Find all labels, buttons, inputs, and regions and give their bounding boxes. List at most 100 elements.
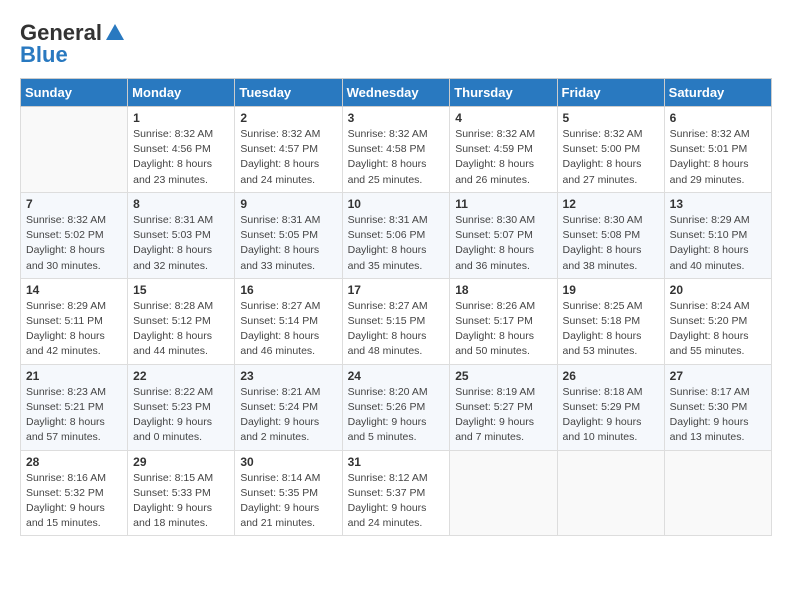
day-number: 21: [26, 369, 122, 383]
sunset-text: Sunset: 5:11 PM: [26, 314, 122, 329]
sunrise-text: Sunrise: 8:32 AM: [670, 127, 766, 142]
daylight-text: Daylight: 8 hours and 35 minutes.: [348, 243, 445, 273]
calendar-cell: 4Sunrise: 8:32 AMSunset: 4:59 PMDaylight…: [450, 107, 557, 193]
sunrise-text: Sunrise: 8:17 AM: [670, 385, 766, 400]
sunset-text: Sunset: 5:21 PM: [26, 400, 122, 415]
weekday-header-thursday: Thursday: [450, 79, 557, 107]
calendar-cell: 17Sunrise: 8:27 AMSunset: 5:15 PMDayligh…: [342, 278, 450, 364]
day-number: 13: [670, 197, 766, 211]
day-number: 16: [240, 283, 336, 297]
calendar-cell: 9 Sunrise: 8:31 AMSunset: 5:05 PMDaylight…: [235, 192, 342, 278]
day-number: 20: [670, 283, 766, 297]
daylight-text: Daylight: 8 hours and 46 minutes.: [240, 329, 336, 359]
calendar-cell: 8Sunrise: 8:31 AMSunset: 5:03 PMDaylight…: [128, 192, 235, 278]
calendar-cell: 26Sunrise: 8:18 AMSunset: 5:29 PMDayligh…: [557, 364, 664, 450]
day-info: Sunrise: 8:31 AMSunset: 5:06 PMDaylight:…: [348, 213, 445, 274]
daylight-text: Daylight: 9 hours and 21 minutes.: [240, 501, 336, 531]
daylight-text: Daylight: 8 hours and 40 minutes.: [670, 243, 766, 273]
calendar-cell: 23 Sunrise: 8:21 AMSunset: 5:24 PMDayligh…: [235, 364, 342, 450]
daylight-text: Daylight: 8 hours and 53 minutes.: [563, 329, 659, 359]
sunrise-text: Sunrise: 8:23 AM: [26, 385, 122, 400]
calendar-cell: [21, 107, 128, 193]
sunrise-text: Sunrise: 8:31 AM: [348, 213, 445, 228]
daylight-text: Daylight: 9 hours and 7 minutes.: [455, 415, 551, 445]
calendar-cell: 30Sunrise: 8:14 AMSunset: 5:35 PMDayligh…: [235, 450, 342, 536]
sunrise-text: Sunrise: 8:19 AM: [455, 385, 551, 400]
day-info: Sunrise: 8:22 AMSunset: 5:23 PMDaylight:…: [133, 385, 229, 446]
day-number: 4: [455, 111, 551, 125]
sunset-text: Sunset: 5:27 PM: [455, 400, 551, 415]
day-info: Sunrise: 8:21 AMSunset: 5:24 PMDaylight:…: [240, 385, 336, 446]
daylight-text: Daylight: 8 hours and 55 minutes.: [670, 329, 766, 359]
sunset-text: Sunset: 5:10 PM: [670, 228, 766, 243]
sunset-text: Sunset: 5:32 PM: [26, 486, 122, 501]
sunrise-text: Sunrise: 8:12 AM: [348, 471, 445, 486]
sunset-text: Sunset: 5:29 PM: [563, 400, 659, 415]
sunset-text: Sunset: 4:57 PM: [240, 142, 336, 157]
day-info: Sunrise: 8:31 AMSunset: 5:05 PMDaylight:…: [240, 213, 336, 274]
sunrise-text: Sunrise: 8:32 AM: [455, 127, 551, 142]
sunrise-text: Sunrise: 8:14 AM: [240, 471, 336, 486]
day-info: Sunrise: 8:29 AMSunset: 5:11 PMDaylight:…: [26, 299, 122, 360]
day-number: 19: [563, 283, 659, 297]
daylight-text: Daylight: 9 hours and 24 minutes.: [348, 501, 445, 531]
day-number: 5: [563, 111, 659, 125]
sunrise-text: Sunrise: 8:30 AM: [455, 213, 551, 228]
sunrise-text: Sunrise: 8:15 AM: [133, 471, 229, 486]
sunrise-text: Sunrise: 8:28 AM: [133, 299, 229, 314]
day-number: 9: [240, 197, 336, 211]
day-number: 10: [348, 197, 445, 211]
day-number: 18: [455, 283, 551, 297]
calendar-cell: 7Sunrise: 8:32 AMSunset: 5:02 PMDaylight…: [21, 192, 128, 278]
day-info: Sunrise: 8:27 AMSunset: 5:14 PMDaylight:…: [240, 299, 336, 360]
day-info: Sunrise: 8:32 AMSunset: 4:56 PMDaylight:…: [133, 127, 229, 188]
sunrise-text: Sunrise: 8:16 AM: [26, 471, 122, 486]
day-info: Sunrise: 8:28 AMSunset: 5:12 PMDaylight:…: [133, 299, 229, 360]
calendar-week-row: 7Sunrise: 8:32 AMSunset: 5:02 PMDaylight…: [21, 192, 772, 278]
sunset-text: Sunset: 4:58 PM: [348, 142, 445, 157]
day-number: 6: [670, 111, 766, 125]
daylight-text: Daylight: 9 hours and 15 minutes.: [26, 501, 122, 531]
day-info: Sunrise: 8:26 AMSunset: 5:17 PMDaylight:…: [455, 299, 551, 360]
daylight-text: Daylight: 8 hours and 44 minutes.: [133, 329, 229, 359]
day-info: Sunrise: 8:31 AMSunset: 5:03 PMDaylight:…: [133, 213, 229, 274]
sunset-text: Sunset: 5:20 PM: [670, 314, 766, 329]
sunrise-text: Sunrise: 8:31 AM: [133, 213, 229, 228]
day-info: Sunrise: 8:32 AMSunset: 5:01 PMDaylight:…: [670, 127, 766, 188]
day-info: Sunrise: 8:16 AMSunset: 5:32 PMDaylight:…: [26, 471, 122, 532]
calendar-cell: 2Sunrise: 8:32 AMSunset: 4:57 PMDaylight…: [235, 107, 342, 193]
daylight-text: Daylight: 8 hours and 50 minutes.: [455, 329, 551, 359]
day-number: 1: [133, 111, 229, 125]
calendar-cell: [450, 450, 557, 536]
calendar-cell: [557, 450, 664, 536]
logo-icon: [104, 22, 126, 44]
sunrise-text: Sunrise: 8:29 AM: [26, 299, 122, 314]
calendar-cell: 25Sunrise: 8:19 AMSunset: 5:27 PMDayligh…: [450, 364, 557, 450]
calendar-cell: 27Sunrise: 8:17 AMSunset: 5:30 PMDayligh…: [664, 364, 771, 450]
calendar-cell: 5Sunrise: 8:32 AMSunset: 5:00 PMDaylight…: [557, 107, 664, 193]
page-header: General Blue: [20, 20, 772, 68]
sunrise-text: Sunrise: 8:32 AM: [133, 127, 229, 142]
calendar-cell: 12Sunrise: 8:30 AMSunset: 5:08 PMDayligh…: [557, 192, 664, 278]
day-number: 29: [133, 455, 229, 469]
sunset-text: Sunset: 5:08 PM: [563, 228, 659, 243]
calendar-table: SundayMondayTuesdayWednesdayThursdayFrid…: [20, 78, 772, 536]
day-number: 23: [240, 369, 336, 383]
calendar-cell: 29Sunrise: 8:15 AMSunset: 5:33 PMDayligh…: [128, 450, 235, 536]
weekday-header-sunday: Sunday: [21, 79, 128, 107]
day-number: 28: [26, 455, 122, 469]
day-info: Sunrise: 8:19 AMSunset: 5:27 PMDaylight:…: [455, 385, 551, 446]
daylight-text: Daylight: 8 hours and 30 minutes.: [26, 243, 122, 273]
sunset-text: Sunset: 5:26 PM: [348, 400, 445, 415]
sunset-text: Sunset: 5:14 PM: [240, 314, 336, 329]
calendar-cell: 16 Sunrise: 8:27 AMSunset: 5:14 PMDayligh…: [235, 278, 342, 364]
day-info: Sunrise: 8:17 AMSunset: 5:30 PMDaylight:…: [670, 385, 766, 446]
weekday-header-saturday: Saturday: [664, 79, 771, 107]
day-number: 11: [455, 197, 551, 211]
day-info: Sunrise: 8:32 AMSunset: 4:58 PMDaylight:…: [348, 127, 445, 188]
daylight-text: Daylight: 8 hours and 24 minutes.: [240, 157, 336, 187]
daylight-text: Daylight: 9 hours and 2 minutes.: [240, 415, 336, 445]
calendar-cell: 20Sunrise: 8:24 AMSunset: 5:20 PMDayligh…: [664, 278, 771, 364]
day-info: Sunrise: 8:30 AMSunset: 5:08 PMDaylight:…: [563, 213, 659, 274]
daylight-text: Daylight: 8 hours and 33 minutes.: [240, 243, 336, 273]
